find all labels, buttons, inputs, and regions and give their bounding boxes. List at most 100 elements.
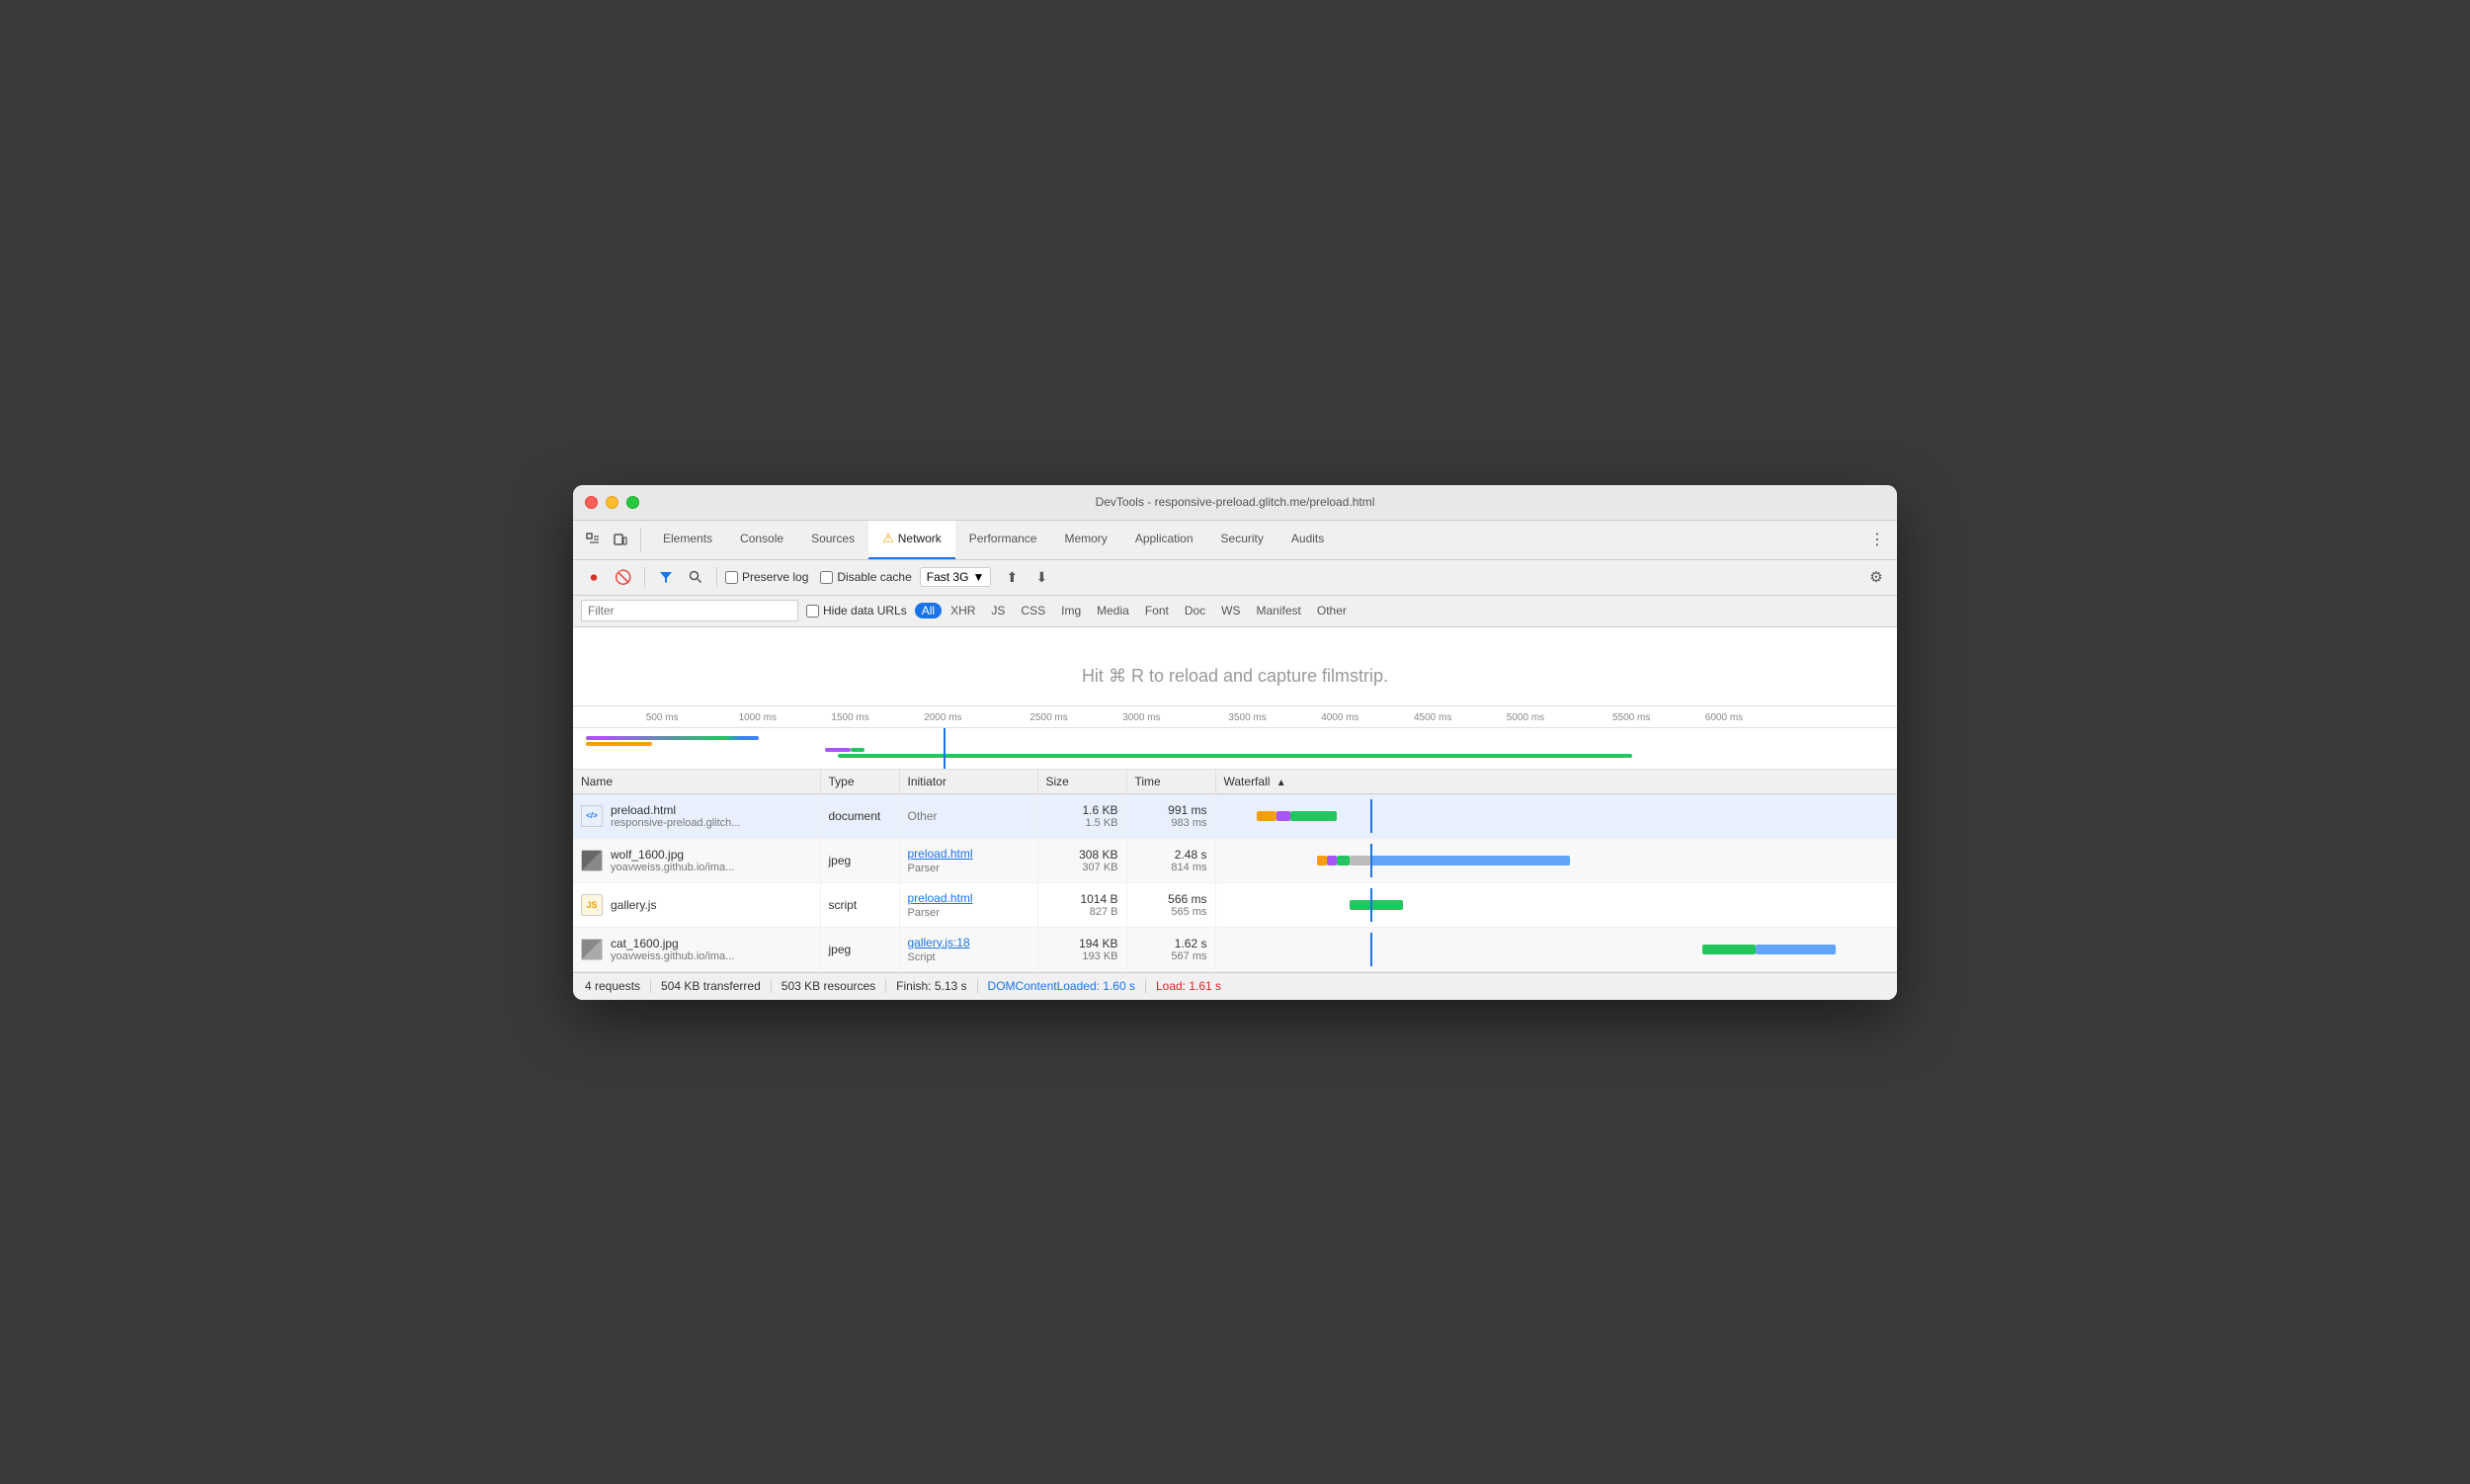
sort-arrow-icon: ▲ [1276,778,1286,788]
tab-console[interactable]: Console [726,520,797,559]
status-bar: 4 requests 504 KB transferred 503 KB res… [573,972,1897,1000]
cell-size-2: 308 KB 307 KB [1037,838,1126,882]
file-icon-js: JS [581,894,603,916]
filter-input[interactable] [581,600,798,621]
hide-data-urls-checkbox[interactable]: Hide data URLs [806,604,907,618]
preserve-log-checkbox[interactable]: Preserve log [725,570,808,584]
file-icon-img-cat [581,939,603,960]
filter-type-xhr[interactable]: XHR [944,603,982,618]
col-time[interactable]: Time [1126,770,1215,794]
status-requests: 4 requests [585,979,640,993]
tl-bar-3 [825,748,852,752]
filter-type-other[interactable]: Other [1310,603,1354,618]
tl-bar-5 [838,754,1632,758]
filter-button[interactable] [653,564,679,590]
cell-type-1: document [820,793,899,838]
throttle-select[interactable]: Fast 3G ▼ [920,567,992,587]
cell-name-2: wolf_1600.jpg yoavweiss.github.io/ima... [573,838,820,882]
table-header-row: Name Type Initiator Size Time [573,770,1897,794]
tab-memory[interactable]: Memory [1050,520,1120,559]
tab-elements[interactable]: Elements [649,520,726,559]
close-button[interactable] [585,496,598,509]
wf-cursor-1 [1370,799,1372,833]
cell-initiator-2: preload.html Parser [899,838,1037,882]
cell-name-3: JS gallery.js [573,882,820,927]
filmstrip-area: Hit ⌘ R to reload and capture filmstrip. [573,627,1897,706]
table-row[interactable]: </> preload.html responsive-preload.glit… [573,793,1897,838]
toolbar-divider-1 [644,567,645,587]
col-type[interactable]: Type [820,770,899,794]
filter-type-all[interactable]: All [915,603,942,618]
cell-type-3: script [820,882,899,927]
clear-button[interactable]: 🚫 [611,564,636,590]
col-name[interactable]: Name [573,770,820,794]
status-finish: Finish: 5.13 s [896,979,966,993]
cell-waterfall-1 [1215,793,1897,838]
col-initiator[interactable]: Initiator [899,770,1037,794]
cell-time-2: 2.48 s 814 ms [1126,838,1215,882]
wf-receive-4 [1756,945,1836,954]
disable-cache-input[interactable] [820,571,833,584]
status-load: Load: 1.61 s [1156,979,1221,993]
tab-application[interactable]: Application [1121,520,1207,559]
status-divider-5 [1145,979,1146,993]
filter-type-media[interactable]: Media [1090,603,1136,618]
filter-type-ws[interactable]: WS [1214,603,1247,618]
cell-name-1: </> preload.html responsive-preload.glit… [573,793,820,838]
maximize-button[interactable] [626,496,639,509]
window-title: DevTools - responsive-preload.glitch.me/… [1096,495,1375,509]
import-button[interactable]: ⬆ [999,564,1025,590]
export-button[interactable]: ⬇ [1029,564,1054,590]
tick-1500: 1500 ms [831,712,868,723]
disable-cache-checkbox[interactable]: Disable cache [820,570,911,584]
tick-5500: 5500 ms [1612,712,1650,723]
filter-type-font[interactable]: Font [1138,603,1176,618]
wf-green-4 [1702,945,1756,954]
table-row[interactable]: cat_1600.jpg yoavweiss.github.io/ima... … [573,927,1897,971]
wf-dns-2 [1327,856,1337,866]
cell-initiator-4: gallery.js:18 Script [899,927,1037,971]
table-row[interactable]: JS gallery.js script preload.html Parse [573,882,1897,927]
tab-icons [581,528,641,551]
more-tabs-button[interactable]: ⋮ [1865,528,1889,551]
hide-data-urls-input[interactable] [806,605,819,618]
cell-size-4: 194 KB 193 KB [1037,927,1126,971]
toolbar-divider-2 [716,567,717,587]
tab-sources[interactable]: Sources [797,520,868,559]
status-divider-1 [650,979,651,993]
network-table-container: Name Type Initiator Size Time [573,770,1897,972]
record-button[interactable]: ⏺ [581,564,607,590]
filter-type-doc[interactable]: Doc [1178,603,1212,618]
devtools-window: DevTools - responsive-preload.glitch.me/… [573,485,1897,1000]
filter-type-js[interactable]: JS [984,603,1012,618]
filter-type-manifest[interactable]: Manifest [1250,603,1308,618]
tab-network[interactable]: ⚠ Network [868,520,955,559]
cell-waterfall-3 [1215,882,1897,927]
tab-audits[interactable]: Audits [1277,520,1338,559]
cell-type-2: jpeg [820,838,899,882]
search-button[interactable] [683,564,708,590]
inspect-element-icon[interactable] [581,528,605,551]
settings-button[interactable]: ⚙ [1863,564,1889,590]
col-waterfall[interactable]: Waterfall ▲ [1215,770,1897,794]
tick-6000: 6000 ms [1705,712,1743,723]
minimize-button[interactable] [606,496,618,509]
wf-stall-1 [1257,811,1276,821]
tick-4500: 4500 ms [1414,712,1451,723]
filter-bar: Hide data URLs All XHR JS CSS Img Media … [573,596,1897,627]
tab-security[interactable]: Security [1207,520,1277,559]
filter-type-img[interactable]: Img [1054,603,1088,618]
tab-performance[interactable]: Performance [955,520,1051,559]
cell-waterfall-2 [1215,838,1897,882]
col-size[interactable]: Size [1037,770,1126,794]
tick-1000: 1000 ms [739,712,777,723]
tab-bar: Elements Console Sources ⚠ Network Perfo… [573,521,1897,560]
device-toolbar-icon[interactable] [609,528,632,551]
preserve-log-input[interactable] [725,571,738,584]
wf-receive-2 [1370,856,1570,866]
status-transferred: 504 KB transferred [661,979,761,993]
toolbar: ⏺ 🚫 Preserve log Disable ca [573,560,1897,596]
table-row[interactable]: wolf_1600.jpg yoavweiss.github.io/ima...… [573,838,1897,882]
filter-type-css[interactable]: CSS [1014,603,1052,618]
filter-types: All XHR JS CSS Img Media Font Doc WS Man… [915,603,1354,618]
